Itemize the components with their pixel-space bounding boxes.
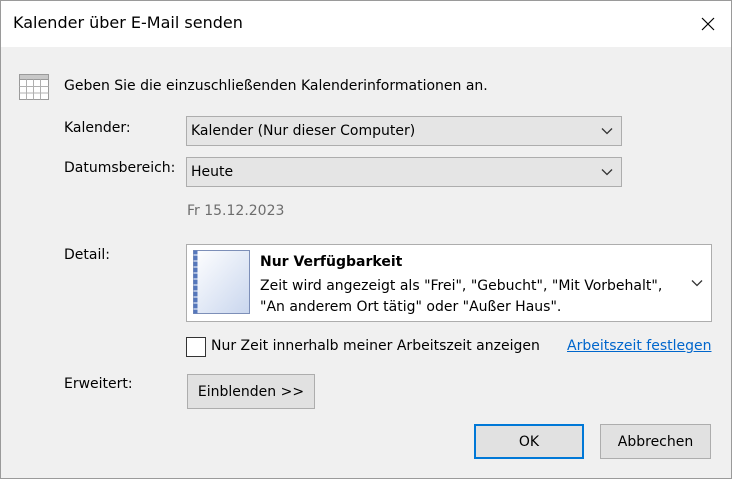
close-button[interactable] [685,1,731,47]
working-hours-checkbox[interactable] [186,337,206,357]
date-range-date: Fr 15.12.2023 [187,203,285,219]
ok-button[interactable]: OK [474,424,584,459]
set-working-hours-link[interactable]: Arbeitszeit festlegen [567,338,712,354]
detail-description: Zeit wird angezeigt als "Frei", "Gebucht… [260,278,663,315]
advanced-label: Erweitert: [64,376,133,392]
send-calendar-dialog: Kalender über E-Mail senden Geben Sie di… [0,0,732,479]
cancel-button[interactable]: Abbrechen [600,424,711,459]
date-range-label: Datumsbereich: [64,160,176,176]
close-icon [701,17,715,31]
calendar-select-value: Kalender (Nur dieser Computer) [191,123,416,139]
chevron-down-icon [691,280,703,287]
date-range-select-value: Heute [191,164,234,180]
calendar-select[interactable]: Kalender (Nur dieser Computer) [186,116,622,146]
calendar-grid-icon [19,74,49,100]
detail-select[interactable]: Nur Verfügbarkeit Zeit wird angezeigt al… [186,244,712,322]
dialog-title: Kalender über E-Mail senden [13,13,243,32]
intro-text: Geben Sie die einzuschließenden Kalender… [64,78,488,94]
detail-label: Detail: [64,247,110,263]
calendar-label: Kalender: [64,120,131,136]
show-advanced-button[interactable]: Einblenden >> [187,374,315,409]
title-bar: Kalender über E-Mail senden [1,1,731,47]
working-hours-label[interactable]: Nur Zeit innerhalb meiner Arbeitszeit an… [211,338,540,354]
detail-title: Nur Verfügbarkeit [260,254,403,270]
date-range-select[interactable]: Heute [186,157,622,187]
chevron-down-icon [601,128,613,135]
calendar-page-icon [193,250,250,314]
chevron-down-icon [601,169,613,176]
